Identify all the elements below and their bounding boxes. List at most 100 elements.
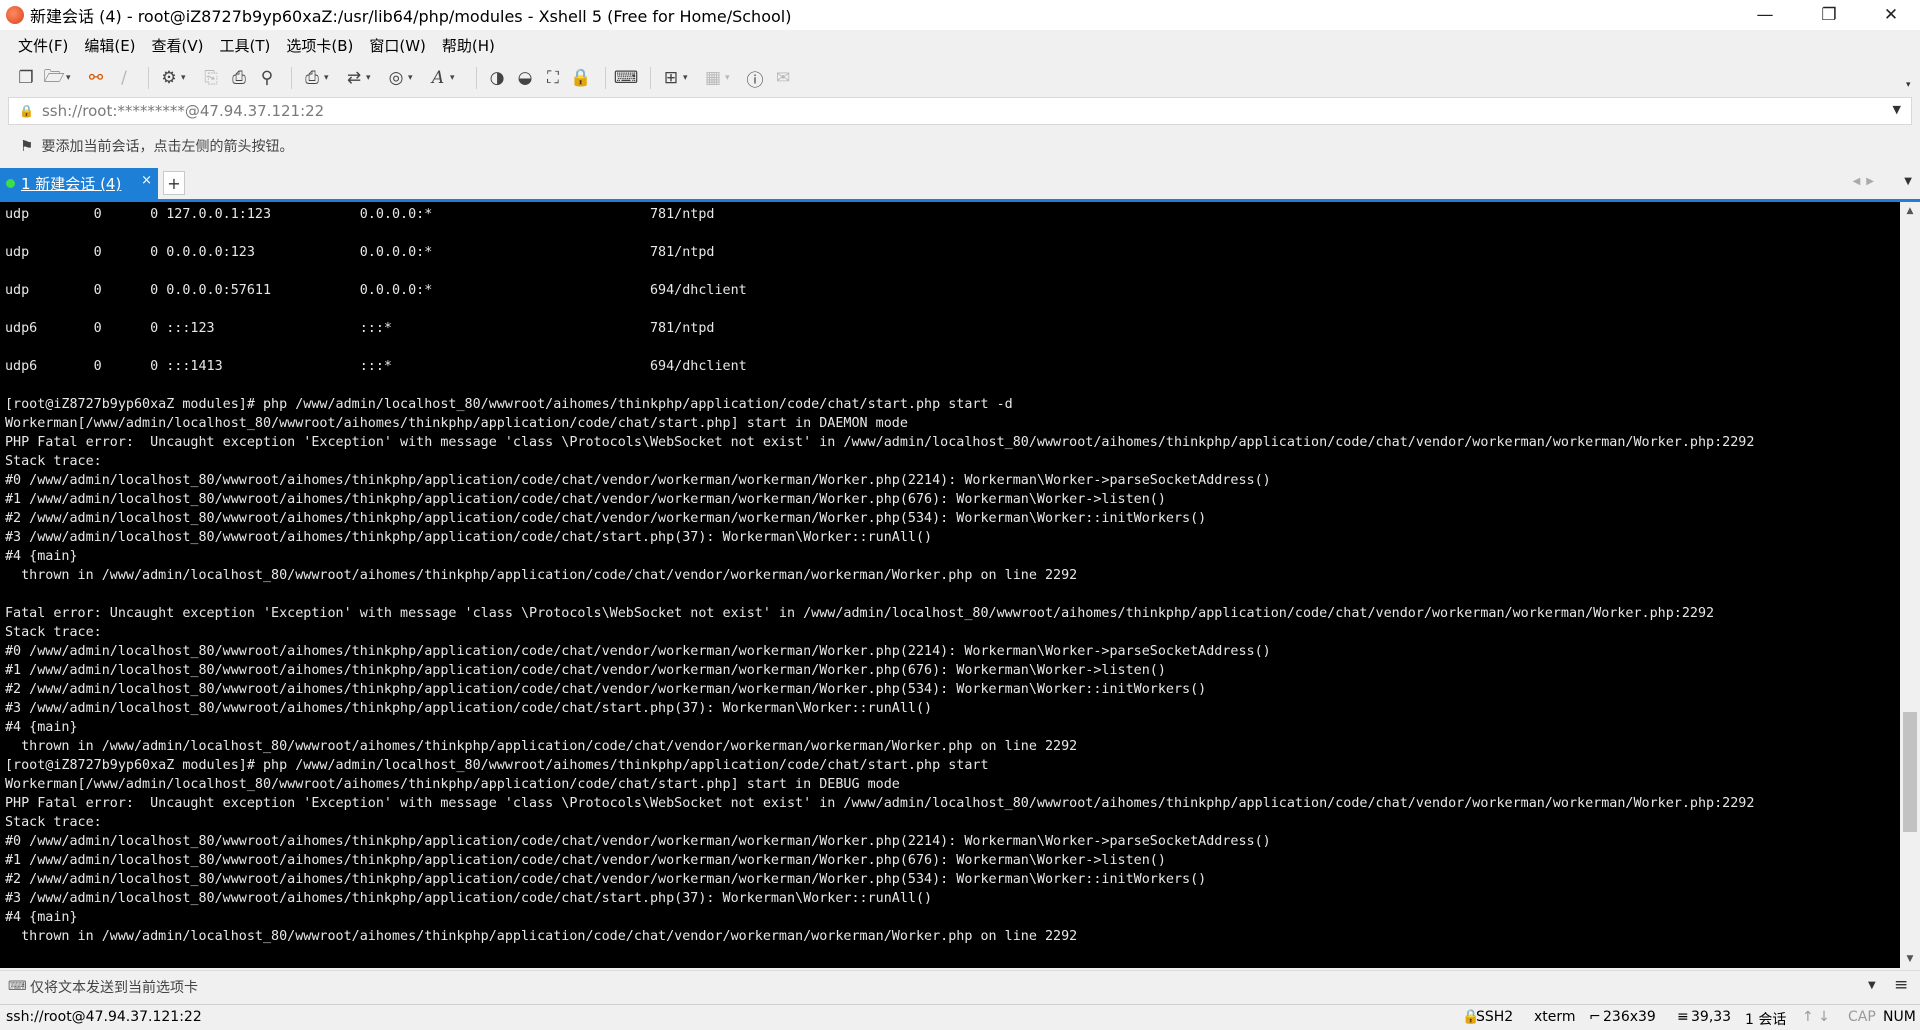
- open-folder-icon[interactable]: 🗁: [42, 66, 66, 90]
- fullscreen-icon[interactable]: ⛶: [541, 66, 565, 90]
- menu-edit[interactable]: 编辑(E): [76, 35, 143, 56]
- new-session-icon[interactable]: ❐: [14, 66, 38, 90]
- menu-help[interactable]: 帮助(H): [434, 35, 503, 56]
- menu-file[interactable]: 文件(F): [10, 35, 76, 56]
- scrollbar-thumb[interactable]: [1903, 712, 1917, 832]
- menu-tools[interactable]: 工具(T): [212, 35, 279, 56]
- open-dropdown-icon[interactable]: ▾: [66, 73, 76, 83]
- copy-icon[interactable]: ⎘: [199, 66, 223, 90]
- terminal-line: #0 /www/admin/localhost_80/wwwroot/aihom…: [5, 644, 1271, 659]
- font-dropdown-icon[interactable]: ▾: [450, 73, 460, 83]
- terminal-line: #0 /www/admin/localhost_80/wwwroot/aihom…: [5, 834, 1271, 849]
- terminal-line: #1 /www/admin/localhost_80/wwwroot/aihom…: [5, 853, 1166, 868]
- terminal-line: udp6 0 0 :::123 :::* 781/ntpd: [5, 321, 715, 336]
- status-caps: CAP: [1848, 1009, 1876, 1025]
- connect-icon[interactable]: ⚯: [84, 66, 108, 90]
- properties-dropdown-icon[interactable]: ▾: [181, 73, 191, 83]
- status-connection: ssh://root@47.94.37.121:22: [6, 1009, 202, 1025]
- add-session-arrow-icon[interactable]: ⚑: [20, 137, 33, 155]
- print-dropdown-icon[interactable]: ▾: [324, 73, 334, 83]
- terminal-line: #2 /www/admin/localhost_80/wwwroot/aihom…: [5, 872, 1207, 887]
- tab-session[interactable]: 1 新建会话 (4) ×: [0, 168, 158, 199]
- terminal-line: [root@iZ8727b9yp60xaZ modules]# php /www…: [5, 397, 1013, 412]
- terminal-line: [root@iZ8727b9yp60xaZ modules]# php /www…: [5, 758, 989, 773]
- toolbar-divider: [476, 67, 477, 89]
- status-protocol: SSH2: [1476, 1009, 1514, 1025]
- transfer-dropdown-icon[interactable]: ▾: [366, 73, 376, 83]
- lock-icon: 🔒: [19, 104, 34, 118]
- restore-button[interactable]: ❐: [1800, 0, 1858, 30]
- layout-icon[interactable]: ▦: [701, 66, 725, 90]
- terminal-line: #1 /www/admin/localhost_80/wwwroot/aihom…: [5, 663, 1166, 678]
- toolbar-overflow-icon[interactable]: ▾: [1906, 80, 1911, 90]
- print-icon[interactable]: ⎙: [300, 66, 324, 90]
- toolbar: ❐ 🗁 ▾ ⚯ ∕ ⚙ ▾ ⎘ ⎙ ⚲ ⎙ ▾ ⇄ ▾ ◎ ▾ A ▾ ◑ ◒ …: [0, 60, 1920, 96]
- minimize-button[interactable]: —: [1736, 0, 1794, 30]
- layout-dropdown-icon[interactable]: ▾: [725, 73, 735, 83]
- address-dropdown-icon[interactable]: ▼: [1893, 103, 1901, 116]
- terminal-line: #0 /www/admin/localhost_80/wwwroot/aihom…: [5, 473, 1271, 488]
- add-tab-button[interactable]: +: [163, 171, 185, 195]
- toolbar-divider: [605, 67, 606, 89]
- find-icon[interactable]: ⚲: [255, 66, 279, 90]
- globe-icon[interactable]: ◎: [384, 66, 408, 90]
- new-tab-dropdown-icon[interactable]: ▾: [683, 73, 693, 83]
- font-icon[interactable]: A: [426, 66, 450, 90]
- tab-strip: 1 新建会话 (4) × + ◀▶ ▼: [0, 167, 1920, 199]
- keyboard-icon: ⌨: [8, 979, 27, 994]
- disconnect-icon[interactable]: ∕: [112, 66, 136, 90]
- terminal-line: udp6 0 0 :::1413 :::* 694/dhclient: [5, 359, 747, 374]
- terminal-line: #2 /www/admin/localhost_80/wwwroot/aihom…: [5, 511, 1207, 526]
- status-cursor-icon: ≡: [1677, 1009, 1689, 1025]
- compose-menu-icon[interactable]: ≡: [1894, 975, 1908, 995]
- menu-window[interactable]: 窗口(W): [361, 35, 434, 56]
- terminal-output[interactable]: udp 0 0 127.0.0.1:123 0.0.0.0:* 781/ntpd…: [0, 202, 1900, 968]
- address-input[interactable]: ssh://root:*********@47.94.37.121:22: [42, 102, 324, 120]
- tab-label: 1 新建会话 (4): [21, 175, 122, 193]
- status-cursor: 39,33: [1691, 1009, 1732, 1025]
- tab-scroll-arrows-icon[interactable]: ◀▶: [1853, 176, 1880, 187]
- menu-view[interactable]: 查看(V): [144, 35, 212, 56]
- terminal-line: udp 0 0 127.0.0.1:123 0.0.0.0:* 781/ntpd: [5, 207, 715, 222]
- status-scroll-arrows-icon: ↑ ↓: [1802, 1009, 1830, 1025]
- compose-dropdown-icon[interactable]: ▼: [1868, 980, 1876, 991]
- properties-icon[interactable]: ⚙: [157, 66, 181, 90]
- transfer-icon[interactable]: ⇄: [342, 66, 366, 90]
- status-sessions: 1 会话: [1745, 1012, 1787, 1028]
- terminal-line: thrown in /www/admin/localhost_80/wwwroo…: [5, 568, 1078, 583]
- keyboard-icon[interactable]: ⌨: [614, 66, 639, 90]
- terminal-line: #4 {main}: [5, 720, 78, 735]
- paste-icon[interactable]: ⎙: [227, 66, 251, 90]
- title-bar: 新建会话 (4) - root@iZ8727b9yp60xaZ:/usr/lib…: [0, 0, 1920, 30]
- tab-list-dropdown-icon[interactable]: ▼: [1904, 176, 1912, 187]
- comment-icon[interactable]: ✉: [771, 66, 795, 90]
- session-hint-bar: ⚑ 要添加当前会话，点击左侧的箭头按钮。: [0, 131, 1920, 161]
- close-button[interactable]: ✕: [1862, 0, 1920, 30]
- compose-input[interactable]: 仅将文本发送到当前选项卡: [30, 977, 198, 997]
- status-terminal-type: xterm: [1534, 1009, 1576, 1025]
- new-tab-icon[interactable]: ⊞: [659, 66, 683, 90]
- help-icon[interactable]: ⓘ: [743, 66, 767, 91]
- tab-close-icon[interactable]: ×: [141, 173, 152, 188]
- menu-bar: 文件(F) 编辑(E) 查看(V) 工具(T) 选项卡(B) 窗口(W) 帮助(…: [0, 30, 1920, 60]
- terminal-line: #3 /www/admin/localhost_80/wwwroot/aihom…: [5, 891, 933, 906]
- terminal-line: #2 /www/admin/localhost_80/wwwroot/aihom…: [5, 682, 1207, 697]
- terminal-line: udp 0 0 0.0.0.0:123 0.0.0.0:* 781/ntpd: [5, 245, 715, 260]
- xftp-icon[interactable]: ◑: [485, 66, 509, 90]
- terminal-line: PHP Fatal error: Uncaught exception 'Exc…: [5, 435, 1755, 450]
- scroll-down-icon[interactable]: ▼: [1900, 950, 1920, 968]
- toolbar-divider: [650, 67, 651, 89]
- terminal-line: Fatal error: Uncaught exception 'Excepti…: [5, 606, 1715, 621]
- toolbar-divider: [291, 67, 292, 89]
- terminal-line: #3 /www/admin/localhost_80/wwwroot/aihom…: [5, 530, 933, 545]
- xmanager-icon[interactable]: ◒: [513, 66, 537, 90]
- lock-icon[interactable]: 🔒: [569, 66, 593, 90]
- address-bar[interactable]: 🔒 ssh://root:*********@47.94.37.121:22 ▼: [8, 97, 1912, 125]
- globe-dropdown-icon[interactable]: ▾: [408, 73, 418, 83]
- menu-tabs[interactable]: 选项卡(B): [278, 35, 361, 56]
- scroll-up-icon[interactable]: ▲: [1900, 202, 1920, 220]
- xshell-app-icon[interactable]: [6, 6, 24, 24]
- terminal-scrollbar[interactable]: ▲ ▼: [1900, 202, 1920, 968]
- terminal-line: udp 0 0 0.0.0.0:57611 0.0.0.0:* 694/dhcl…: [5, 283, 747, 298]
- terminal-line: Workerman[/www/admin/localhost_80/wwwroo…: [5, 777, 900, 792]
